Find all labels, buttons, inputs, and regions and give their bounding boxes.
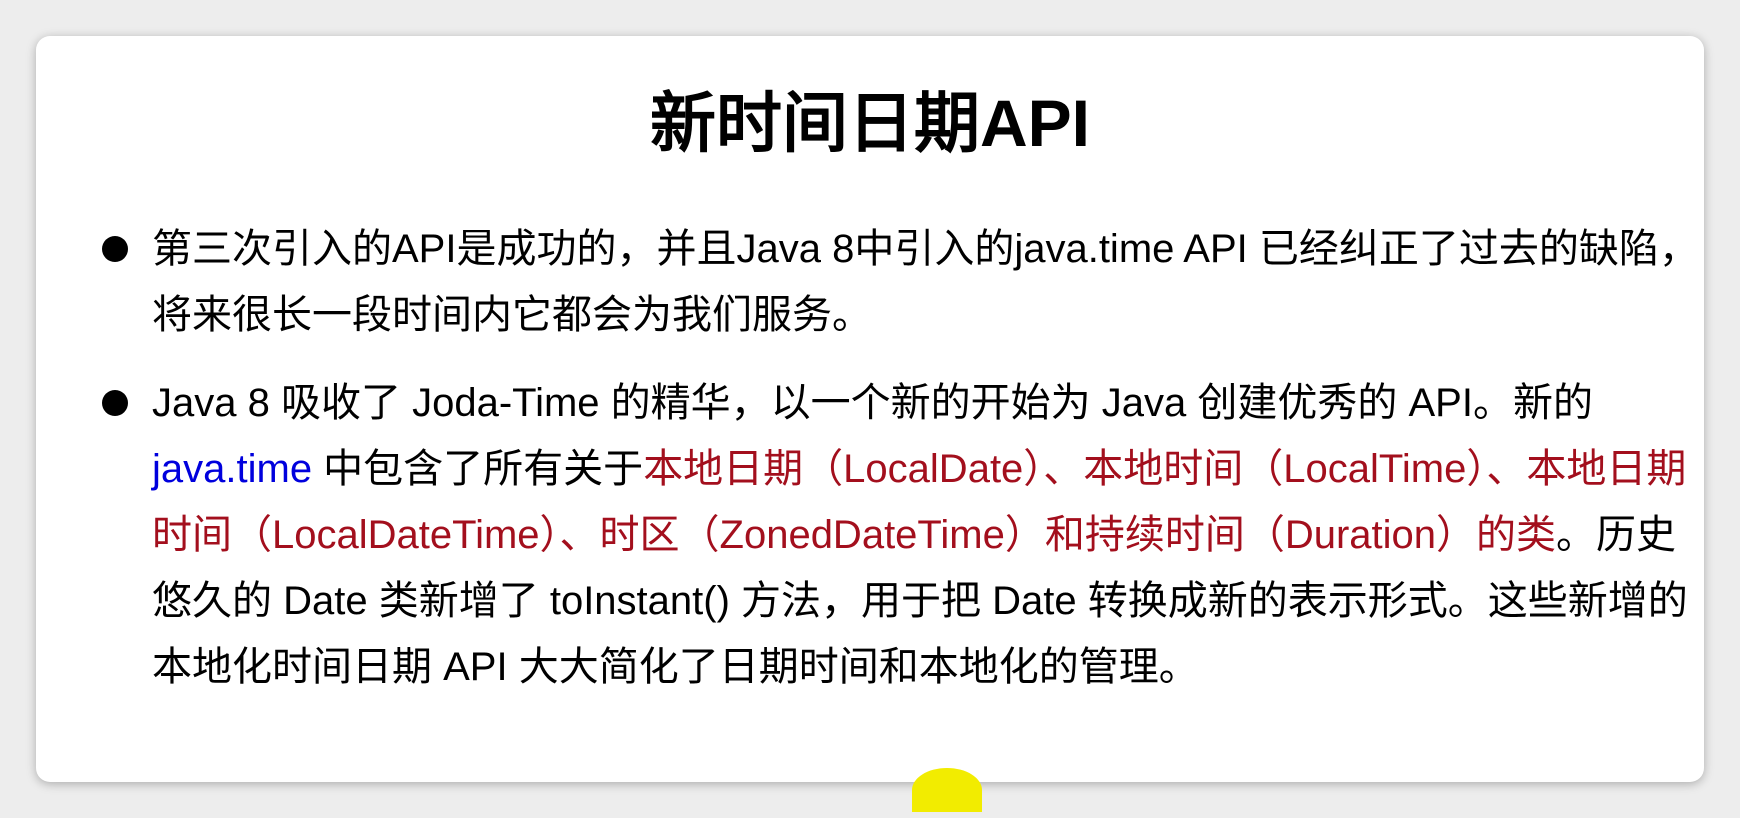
bullet-2-text-part1: Java 8 吸收了 Joda-Time 的精华，以一个新的开始为 Java 创…	[152, 381, 1593, 425]
cursor-highlight-marker	[912, 768, 982, 812]
bullet-2-text-part2: 中包含了所有关于	[312, 447, 644, 491]
bullet-1-text: 第三次引入的API是成功的，并且Java 8中引入的java.time API …	[152, 227, 1699, 337]
bullet-item-1: 第三次引入的API是成功的，并且Java 8中引入的java.time API …	[102, 216, 1699, 348]
slide-title: 新时间日期API	[649, 86, 1091, 160]
slide: 新时间日期API 第三次引入的API是成功的，并且Java 8中引入的java.…	[36, 36, 1704, 782]
bullet-list: 第三次引入的API是成功的，并且Java 8中引入的java.time API …	[102, 216, 1699, 722]
bullet-item-2: Java 8 吸收了 Joda-Time 的精华，以一个新的开始为 Java 创…	[102, 370, 1699, 700]
bullet-dot-icon	[102, 390, 128, 416]
bullet-2-highlight-blue: java.time	[152, 447, 313, 491]
bullet-dot-icon	[102, 236, 128, 262]
